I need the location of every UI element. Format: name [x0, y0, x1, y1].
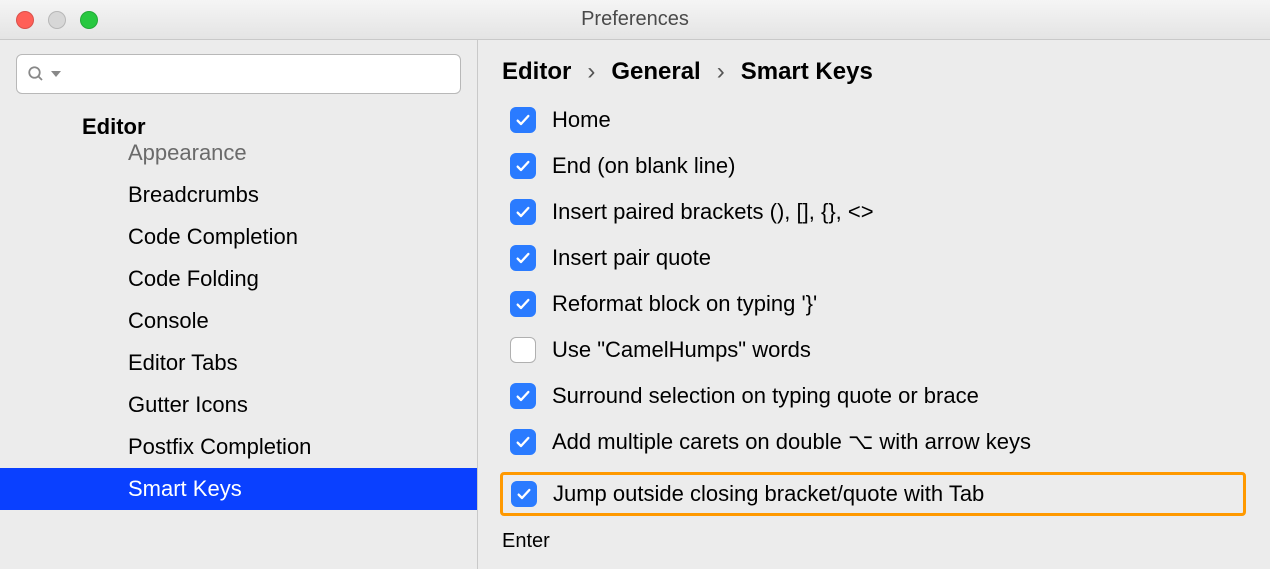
sidebar-item-appearance[interactable]: Appearance	[0, 140, 477, 174]
zoom-window-button[interactable]	[80, 11, 98, 29]
checkbox[interactable]	[511, 481, 537, 507]
option-label[interactable]: Insert pair quote	[552, 245, 711, 271]
search-input[interactable]	[67, 64, 450, 85]
option-row: Insert pair quote	[510, 242, 1246, 274]
option-label[interactable]: Surround selection on typing quote or br…	[552, 383, 979, 409]
option-row: End (on blank line)	[510, 150, 1246, 182]
window-controls	[0, 11, 98, 29]
settings-panel: Editor › General › Smart Keys Home End (o…	[478, 40, 1270, 569]
checkbox[interactable]	[510, 153, 536, 179]
option-label[interactable]: Add multiple carets on double ⌥ with arr…	[552, 429, 1031, 455]
sidebar-item-postfix-completion[interactable]: Postfix Completion	[0, 426, 477, 468]
option-label[interactable]: Reformat block on typing '}'	[552, 291, 817, 317]
checkbox[interactable]	[510, 107, 536, 133]
sidebar-item-code-completion[interactable]: Code Completion	[0, 216, 477, 258]
section-label-enter: Enter	[502, 516, 1246, 553]
sidebar-item-code-folding[interactable]: Code Folding	[0, 258, 477, 300]
checkbox[interactable]	[510, 337, 536, 363]
option-row: Surround selection on typing quote or br…	[510, 380, 1246, 412]
option-label[interactable]: Use "CamelHumps" words	[552, 337, 811, 363]
titlebar: Preferences	[0, 0, 1270, 40]
option-label[interactable]: End (on blank line)	[552, 153, 735, 179]
option-row: Jump outside closing bracket/quote with …	[500, 472, 1246, 516]
options-list: Home End (on blank line) Insert paired bra…	[502, 104, 1246, 516]
close-window-button[interactable]	[16, 11, 34, 29]
breadcrumb-part[interactable]: Editor	[502, 58, 571, 86]
breadcrumb-part[interactable]: Smart Keys	[741, 58, 873, 86]
option-label[interactable]: Insert paired brackets (), [], {}, <>	[552, 199, 874, 225]
breadcrumb: Editor › General › Smart Keys	[502, 58, 1246, 104]
option-row: Insert paired brackets (), [], {}, <>	[510, 196, 1246, 228]
option-row: Add multiple carets on double ⌥ with arr…	[510, 426, 1246, 458]
window-body: Editor AppearanceBreadcrumbsCode Complet…	[0, 40, 1270, 569]
sidebar: Editor AppearanceBreadcrumbsCode Complet…	[0, 40, 478, 569]
search-icon	[27, 65, 45, 83]
checkbox[interactable]	[510, 291, 536, 317]
minimize-window-button[interactable]	[48, 11, 66, 29]
sidebar-item-smart-keys[interactable]: Smart Keys	[0, 468, 477, 510]
settings-tree: Editor AppearanceBreadcrumbsCode Complet…	[0, 102, 477, 569]
breadcrumb-part[interactable]: General	[611, 58, 700, 86]
checkbox[interactable]	[510, 245, 536, 271]
option-label[interactable]: Jump outside closing bracket/quote with …	[553, 481, 984, 507]
sidebar-item-breadcrumbs[interactable]: Breadcrumbs	[0, 174, 477, 216]
search-wrap	[0, 40, 477, 102]
sidebar-item-editor-tabs[interactable]: Editor Tabs	[0, 342, 477, 384]
checkbox[interactable]	[510, 199, 536, 225]
tree-section-editor[interactable]: Editor	[0, 108, 477, 142]
option-row: Reformat block on typing '}'	[510, 288, 1246, 320]
chevron-right-icon: ›	[717, 58, 725, 86]
option-row: Use "CamelHumps" words	[510, 334, 1246, 366]
sidebar-item-gutter-icons[interactable]: Gutter Icons	[0, 384, 477, 426]
option-row: Home	[510, 104, 1246, 136]
search-field[interactable]	[16, 54, 461, 94]
checkbox[interactable]	[510, 429, 536, 455]
dropdown-icon[interactable]	[51, 69, 61, 79]
chevron-right-icon: ›	[587, 58, 595, 86]
option-label[interactable]: Home	[552, 107, 611, 133]
window-title: Preferences	[0, 8, 1270, 31]
preferences-window: Preferences Editor AppearanceBreadcrumbs…	[0, 0, 1270, 569]
checkbox[interactable]	[510, 383, 536, 409]
sidebar-item-console[interactable]: Console	[0, 300, 477, 342]
